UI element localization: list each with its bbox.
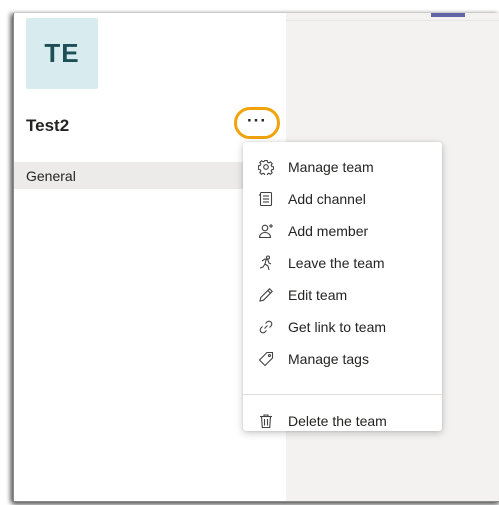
teams-window: TE Test2 ··· General Manage team Add cha… xyxy=(13,13,499,502)
gear-icon xyxy=(257,158,275,176)
menu-item-label: Delete the team xyxy=(288,413,387,429)
channel-list-icon xyxy=(257,190,275,208)
top-strip xyxy=(286,13,499,21)
menu-item-add-channel[interactable]: Add channel xyxy=(243,183,442,215)
menu-item-label: Manage team xyxy=(288,159,374,175)
menu-item-label: Leave the team xyxy=(288,255,385,271)
running-person-icon xyxy=(257,254,275,272)
add-person-icon xyxy=(257,222,275,240)
menu-item-label: Get link to team xyxy=(288,319,387,335)
menu-item-label: Edit team xyxy=(288,287,348,303)
team-name: Test2 xyxy=(26,116,70,135)
channel-label: General xyxy=(26,167,76,184)
more-options-icon: ··· xyxy=(247,111,267,130)
more-options-button[interactable]: ··· xyxy=(234,107,280,139)
menu-item-label: Add channel xyxy=(288,191,366,207)
menu-item-label: Add member xyxy=(288,223,369,239)
menu-item-get-link[interactable]: Get link to team xyxy=(243,311,442,343)
link-icon xyxy=(257,318,275,336)
menu-item-delete-team[interactable]: Delete the team xyxy=(243,405,442,437)
menu-item-label: Manage tags xyxy=(288,351,369,367)
menu-item-edit-team[interactable]: Edit team xyxy=(243,279,442,311)
active-tab-indicator xyxy=(431,13,465,17)
tag-icon xyxy=(257,350,275,368)
menu-divider xyxy=(243,394,442,395)
trash-icon xyxy=(257,412,275,430)
menu-item-leave-team[interactable]: Leave the team xyxy=(243,247,442,279)
team-options-menu: Manage team Add channel Add member Leave… xyxy=(243,142,442,431)
team-avatar-initials: TE xyxy=(44,38,80,68)
pencil-icon xyxy=(257,286,275,304)
menu-item-add-member[interactable]: Add member xyxy=(243,215,442,247)
menu-item-manage-tags[interactable]: Manage tags xyxy=(243,343,442,375)
team-avatar[interactable]: TE xyxy=(26,18,98,89)
menu-item-manage-team[interactable]: Manage team xyxy=(243,151,442,183)
